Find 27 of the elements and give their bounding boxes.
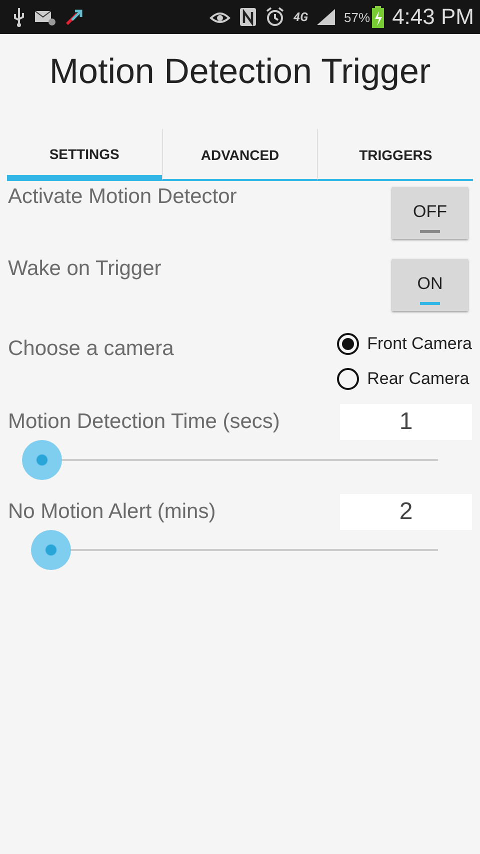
email-icon <box>34 8 56 26</box>
battery-percent: 57% <box>344 10 370 24</box>
network-type: 4G <box>293 10 308 24</box>
tab[interactable]: SETTINGS <box>7 129 162 181</box>
setting-label: Activate Motion Detector <box>8 185 237 209</box>
setting-label: Motion Detection Time (secs) <box>8 410 280 434</box>
battery-charging-icon <box>372 6 384 28</box>
toggle-button[interactable]: OFF <box>392 187 468 239</box>
clock-time: 4:43 PM <box>392 4 474 30</box>
tab[interactable]: TRIGGERS <box>317 129 474 181</box>
setting-label: Wake on Trigger <box>8 257 162 281</box>
arrow-icon <box>64 8 84 26</box>
setting-label: Choose a camera <box>8 337 174 361</box>
app-title: Motion Detection Trigger <box>48 52 432 93</box>
nfc-icon <box>239 7 258 27</box>
slider-thumb[interactable] <box>30 530 71 570</box>
radio-option[interactable]: Front Camera <box>337 333 472 355</box>
tab[interactable]: ADVANCED <box>162 129 318 181</box>
alarm-icon <box>265 7 286 27</box>
slider-thumb[interactable] <box>22 440 62 480</box>
value-field: 1 <box>340 404 472 440</box>
toggle-button[interactable]: ON <box>392 259 468 311</box>
value-field: 2 <box>340 494 472 530</box>
radio-option[interactable]: Rear Camera <box>337 368 472 390</box>
signal-icon <box>316 8 336 26</box>
setting-label: No Motion Alert (mins) <box>8 500 216 524</box>
usb-icon <box>12 7 26 27</box>
